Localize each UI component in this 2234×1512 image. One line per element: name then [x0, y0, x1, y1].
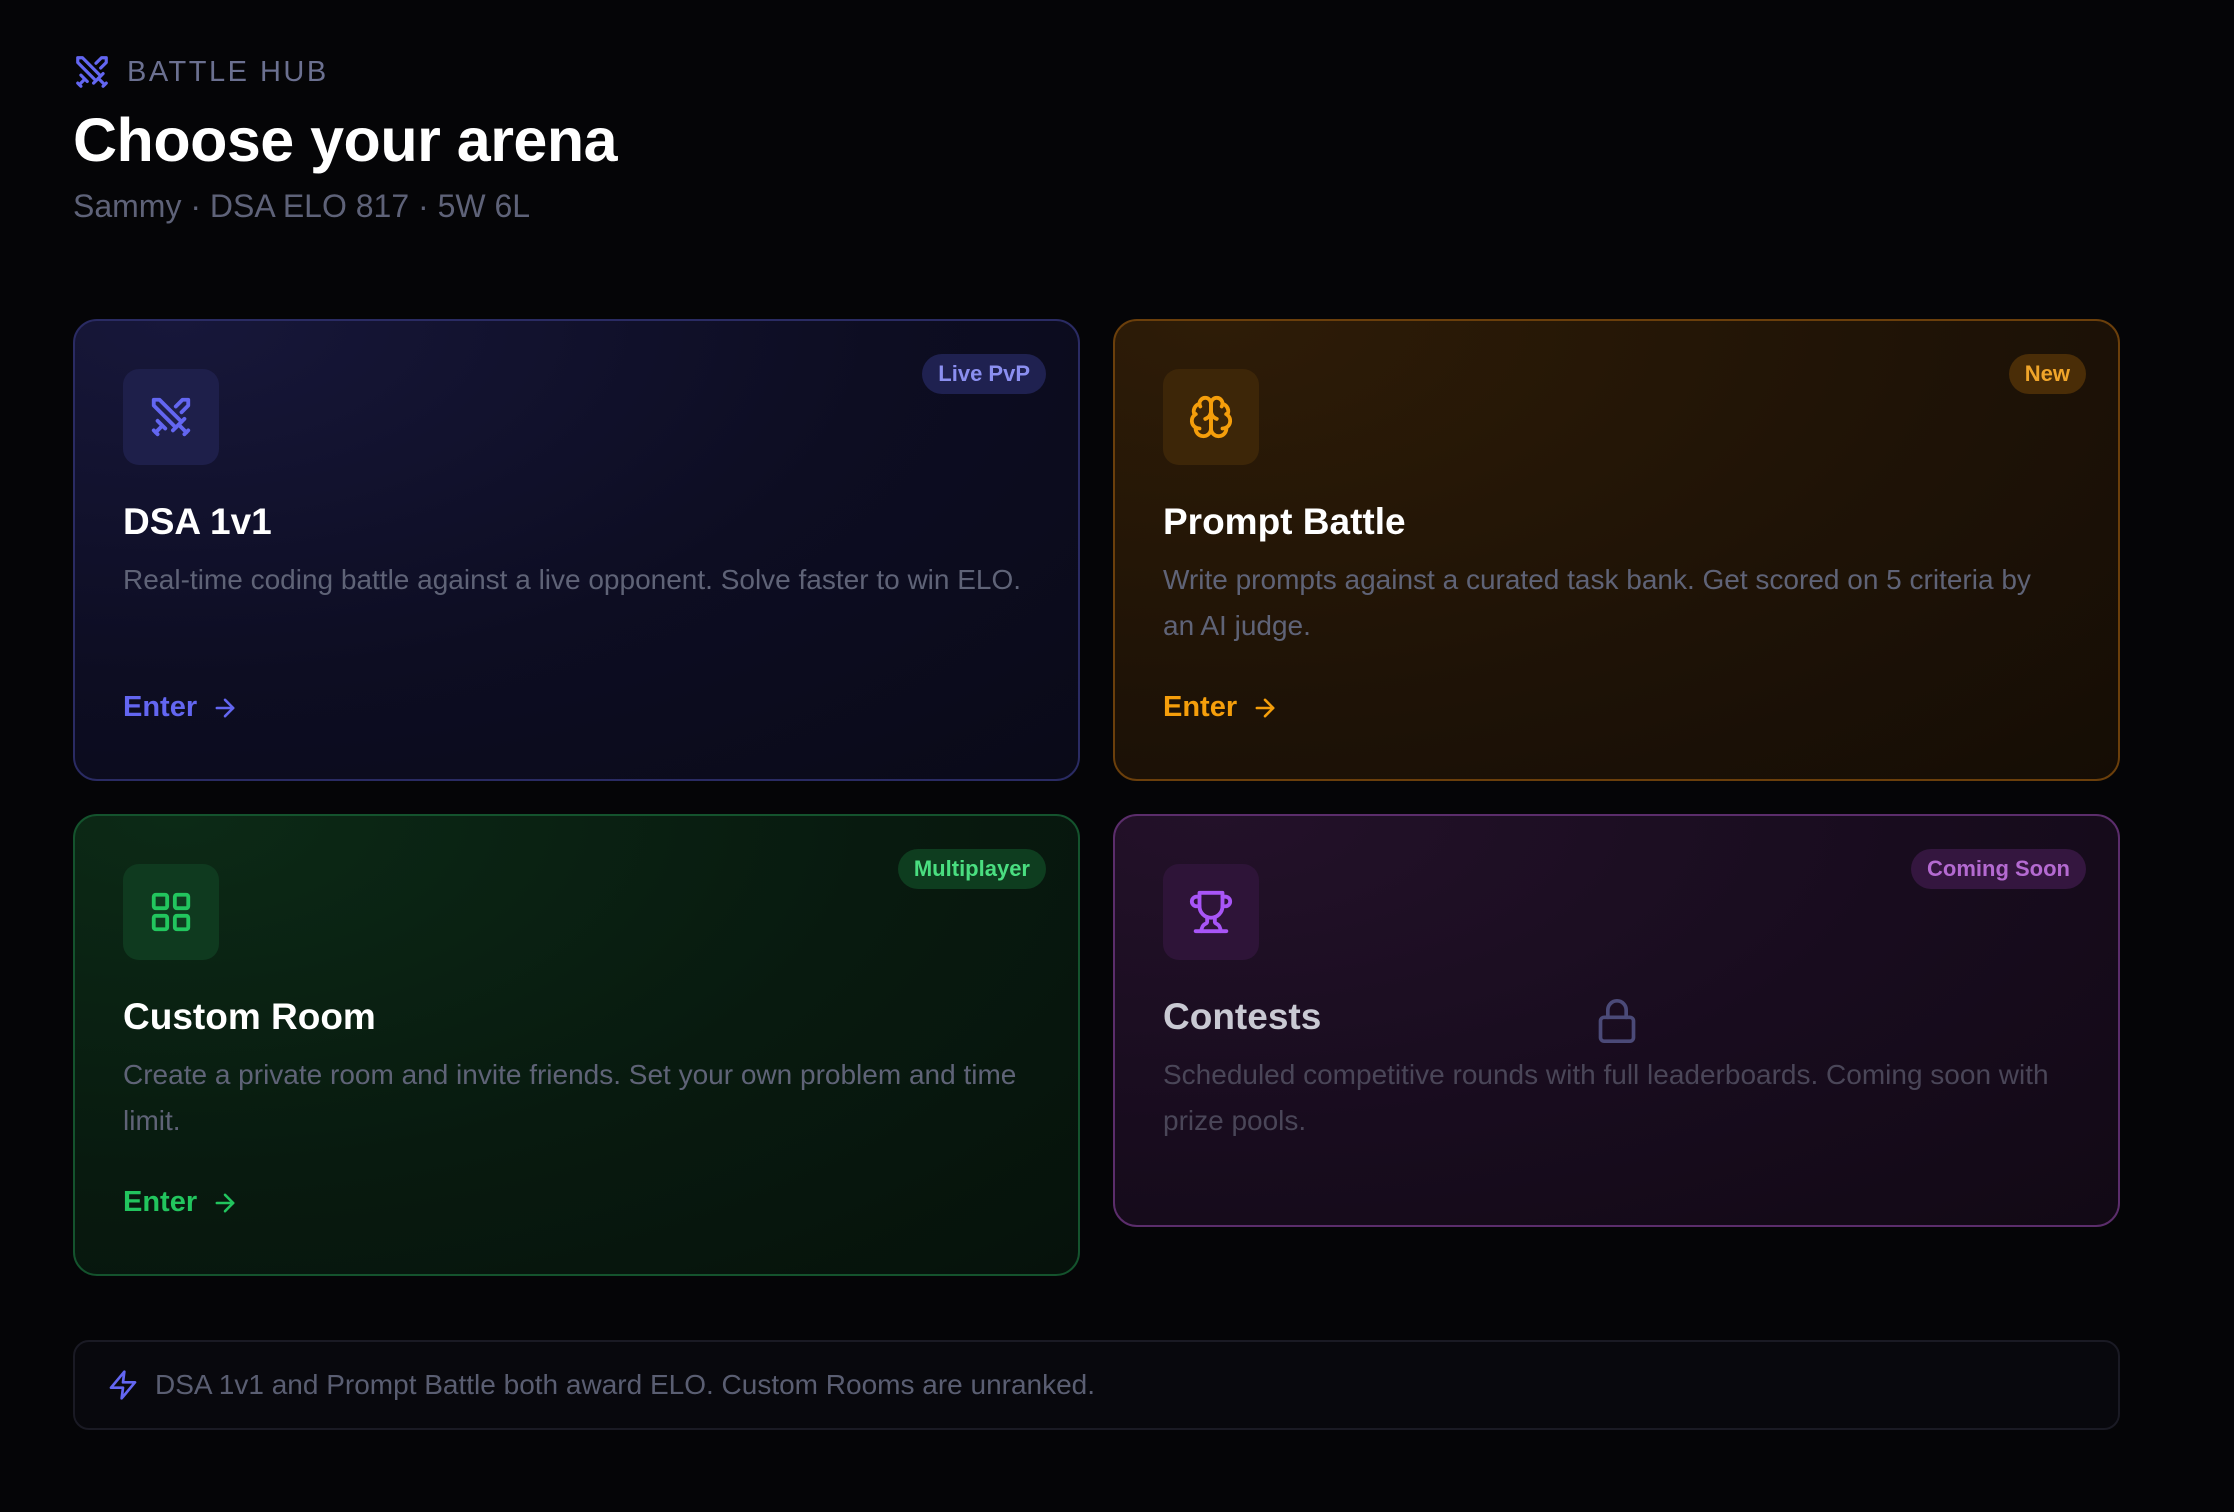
prompt-enter-button[interactable]: Enter — [1163, 691, 1279, 724]
custom-enter-button[interactable]: Enter — [123, 1186, 239, 1219]
new-badge: New — [2008, 354, 2086, 394]
card-description: Create a private room and invite friends… — [123, 1059, 1017, 1136]
card-description: Scheduled competitive rounds with full l… — [1163, 1059, 2049, 1136]
enter-label: Enter — [123, 1186, 198, 1218]
enter-label: Enter — [123, 691, 198, 723]
coming-soon-badge: Coming Soon — [1911, 849, 2086, 889]
custom-icon-box — [123, 864, 219, 960]
eyebrow-label: BATTLE HUB — [127, 55, 329, 88]
page-title: Choose your arena — [73, 106, 618, 174]
card-description: Real-time coding battle against a live o… — [123, 564, 1022, 595]
card-title: DSA 1v1 — [123, 501, 272, 542]
lock-icon — [1598, 999, 1636, 1043]
prompt-icon-box — [1163, 369, 1259, 465]
eyebrow: BATTLE HUB — [73, 52, 617, 92]
lightning-icon — [109, 1370, 137, 1400]
contests-card: Coming Soon Contests Scheduled competiti… — [1113, 814, 2120, 1227]
card-title: Prompt Battle — [1163, 501, 1406, 542]
footer-text: DSA 1v1 and Prompt Battle both award ELO… — [155, 1369, 1096, 1400]
dsa-icon-box — [123, 369, 219, 465]
crossed-swords-icon — [151, 397, 191, 437]
crossed-swords-icon — [76, 56, 108, 88]
trophy-icon — [1189, 890, 1233, 934]
dsa-enter-button[interactable]: Enter — [123, 691, 239, 724]
dsa-1v1-card[interactable]: Live PvP DSA 1v1 Real-time coding battle… — [73, 319, 1080, 781]
card-title: Custom Room — [123, 996, 376, 1037]
brain-icon — [1189, 395, 1233, 439]
custom-room-card[interactable]: Multiplayer Custom Room Create a private… — [73, 814, 1080, 1276]
page-header: BATTLE HUB Choose your arena Sammy · DSA… — [73, 52, 618, 225]
live-pvp-badge: Live PvP — [922, 354, 1046, 394]
contests-icon-box — [1163, 864, 1259, 960]
arrow-right-icon — [1255, 698, 1275, 717]
card-description: Write prompts against a curated task ban… — [1163, 564, 2031, 641]
prompt-battle-card[interactable]: New Prompt Battle Write prompts against … — [1113, 319, 2120, 781]
grid-icon — [151, 892, 191, 932]
arrow-right-icon — [215, 1193, 235, 1212]
multiplayer-badge: Multiplayer — [897, 849, 1046, 889]
elo-info-banner: DSA 1v1 and Prompt Battle both award ELO… — [73, 1340, 2120, 1430]
card-title: Contests — [1163, 996, 1322, 1037]
arrow-right-icon — [215, 698, 235, 717]
user-stats: Sammy · DSA ELO 817 · 5W 6L — [73, 188, 531, 224]
enter-label: Enter — [1163, 691, 1238, 723]
